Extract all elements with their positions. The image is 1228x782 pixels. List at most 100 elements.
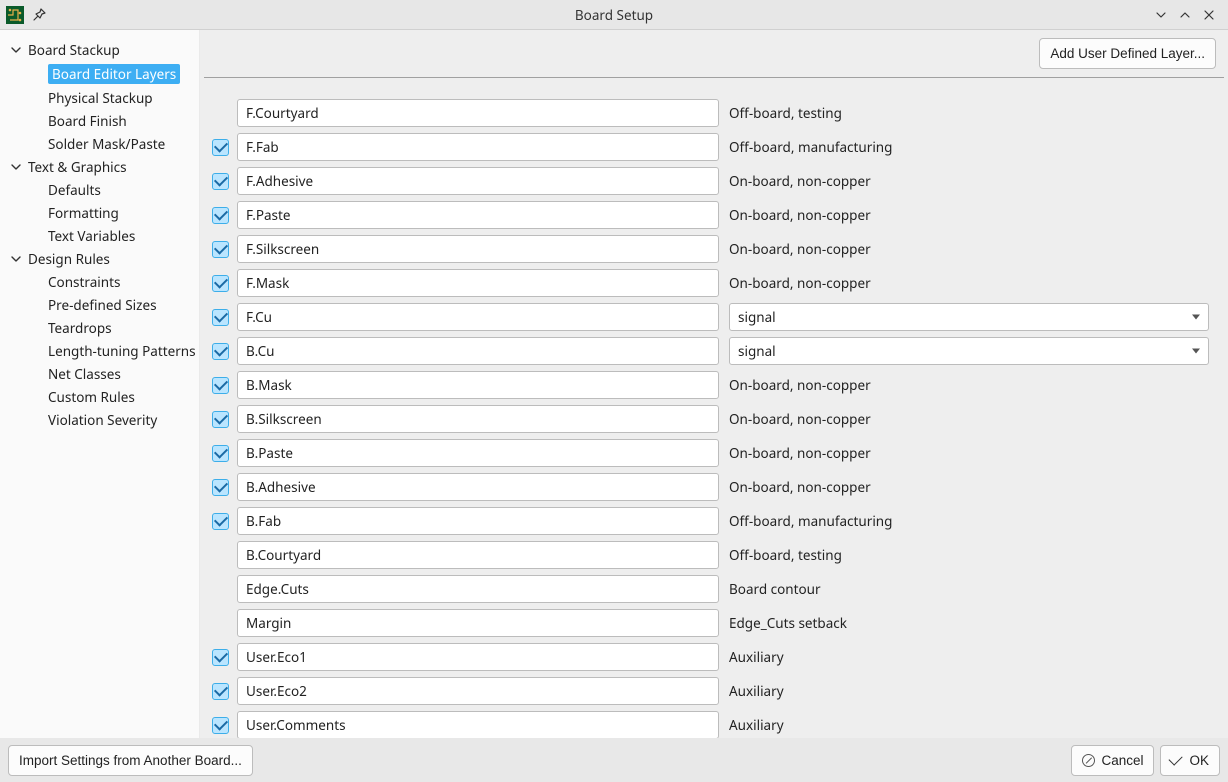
layer-name-input[interactable]: B.Cu — [237, 337, 719, 365]
chevron-down-icon[interactable] — [10, 44, 22, 56]
close-button[interactable] — [1202, 8, 1216, 22]
content-panel: Add User Defined Layer... F.Courtyard Off… — [200, 30, 1228, 738]
tree-section[interactable]: Text & Graphics — [0, 155, 199, 178]
layer-name-input[interactable]: B.Mask — [237, 371, 719, 399]
tree-label: Solder Mask/Paste — [48, 135, 165, 153]
checkbox-placeholder — [212, 105, 229, 122]
layer-enable-checkbox[interactable] — [212, 309, 229, 326]
maximize-button[interactable] — [1178, 8, 1192, 22]
layer-row: User.CommentsAuxiliary — [204, 708, 1224, 738]
layer-enable-checkbox[interactable] — [212, 173, 229, 190]
layer-name-input[interactable]: F.Fab — [237, 133, 719, 161]
layer-type-select[interactable]: signal — [729, 337, 1209, 365]
app-icon — [6, 6, 24, 24]
layer-name-input[interactable]: F.Silkscreen — [237, 235, 719, 263]
tree-section[interactable]: Design Rules — [0, 247, 199, 270]
layer-type-label: Off-board, manufacturing — [729, 512, 1209, 530]
layer-type-label: On-board, non-copper — [729, 240, 1209, 258]
layer-enable-checkbox[interactable] — [212, 513, 229, 530]
checkbox-placeholder — [212, 547, 229, 564]
layer-name-input[interactable]: Margin — [237, 609, 719, 637]
layer-enable-checkbox[interactable] — [212, 683, 229, 700]
button-label: OK — [1189, 753, 1209, 768]
pin-icon[interactable] — [32, 8, 46, 22]
layer-name-input[interactable]: F.Courtyard — [237, 99, 719, 127]
tree-label: Physical Stackup — [48, 89, 153, 107]
layer-enable-checkbox[interactable] — [212, 377, 229, 394]
layer-row: User.Eco1 Auxiliary — [204, 640, 1224, 674]
tree-item[interactable]: Solder Mask/Paste — [0, 132, 199, 155]
layer-type-label: Off-board, testing — [729, 104, 1209, 122]
tree-item[interactable]: Net Classes — [0, 362, 199, 385]
layer-enable-checkbox[interactable] — [212, 479, 229, 496]
minimize-button[interactable] — [1154, 8, 1168, 22]
tree-label: Text Variables — [48, 227, 135, 245]
add-user-defined-layer-button[interactable]: Add User Defined Layer... — [1039, 38, 1216, 69]
layer-name-input[interactable]: User.Eco2 — [237, 677, 719, 705]
nav-tree: Board Stackup Board Editor Layers Physical… — [0, 30, 200, 738]
tree-item[interactable]: Physical Stackup — [0, 86, 199, 109]
layer-enable-checkbox[interactable] — [212, 411, 229, 428]
layer-row: B.Adhesive On-board, non-copper — [204, 470, 1224, 504]
window-title: Board Setup — [0, 6, 1228, 24]
tree-item[interactable]: Formatting — [0, 201, 199, 224]
tree-label: Net Classes — [48, 365, 121, 383]
tree-item[interactable]: Constraints — [0, 270, 199, 293]
tree-item[interactable]: Board Finish — [0, 109, 199, 132]
tree-item[interactable]: Board Editor Layers — [0, 61, 199, 86]
tree-item[interactable]: Defaults — [0, 178, 199, 201]
layer-name-input[interactable]: B.Fab — [237, 507, 719, 535]
layer-name-input[interactable]: B.Adhesive — [237, 473, 719, 501]
layer-row: F.AdhesiveOn-board, non-copper — [204, 164, 1224, 198]
layer-name-input[interactable]: B.Silkscreen — [237, 405, 719, 433]
tree-label: Board Stackup — [28, 41, 120, 59]
layer-enable-checkbox[interactable] — [212, 649, 229, 666]
layer-row: B.Mask On-board, non-copper — [204, 368, 1224, 402]
tree-item[interactable]: Violation Severity — [0, 408, 199, 431]
layer-enable-checkbox[interactable] — [212, 343, 229, 360]
layer-name-input[interactable]: User.Eco1 — [237, 643, 719, 671]
layer-enable-checkbox[interactable] — [212, 445, 229, 462]
ok-button[interactable]: OK — [1160, 745, 1220, 776]
titlebar: Board Setup — [0, 0, 1228, 30]
layer-type-label: Auxiliary — [729, 648, 1209, 666]
layer-row: B.SilkscreenOn-board, non-copper — [204, 402, 1224, 436]
button-label: Add User Defined Layer... — [1050, 46, 1205, 61]
layers-list[interactable]: F.Courtyard Off-board, testing F.Fab Off-bo… — [200, 78, 1228, 738]
layer-name-input[interactable]: B.Paste — [237, 439, 719, 467]
layer-enable-checkbox[interactable] — [212, 241, 229, 258]
layer-type-select[interactable]: signal — [729, 303, 1209, 331]
tree-item[interactable]: Pre-defined Sizes — [0, 293, 199, 316]
layer-name-input[interactable]: F.Paste — [237, 201, 719, 229]
tree-item[interactable]: Teardrops — [0, 316, 199, 339]
import-settings-button[interactable]: Import Settings from Another Board... — [8, 745, 253, 776]
layer-name-input[interactable]: User.Comments — [237, 711, 719, 738]
chevron-down-icon[interactable] — [10, 253, 22, 265]
tree-item[interactable]: Custom Rules — [0, 385, 199, 408]
layer-row: F.PasteOn-board, non-copper — [204, 198, 1224, 232]
tree-item[interactable]: Text Variables — [0, 224, 199, 247]
tree-section[interactable]: Board Stackup — [0, 38, 199, 61]
layer-type-label: Auxiliary — [729, 682, 1209, 700]
layer-name-input[interactable]: F.Adhesive — [237, 167, 719, 195]
chevron-down-icon[interactable] — [10, 161, 22, 173]
layer-name-input[interactable]: F.Mask — [237, 269, 719, 297]
tree-item[interactable]: Length-tuning Patterns — [0, 339, 199, 362]
layer-name-input[interactable]: B.Courtyard — [237, 541, 719, 569]
layer-type-label: On-board, non-copper — [729, 376, 1209, 394]
layer-name-input[interactable]: Edge.Cuts — [237, 575, 719, 603]
cancel-button[interactable]: Cancel — [1071, 745, 1154, 776]
layer-enable-checkbox[interactable] — [212, 275, 229, 292]
layer-row: F.Cu signal — [204, 300, 1224, 334]
layer-row: B.PasteOn-board, non-copper — [204, 436, 1224, 470]
layer-enable-checkbox[interactable] — [212, 207, 229, 224]
checkbox-placeholder — [212, 615, 229, 632]
layer-type-label: Board contour — [729, 580, 1209, 598]
tree-label: Formatting — [48, 204, 119, 222]
layer-enable-checkbox[interactable] — [212, 139, 229, 156]
layer-row: F.MaskOn-board, non-copper — [204, 266, 1224, 300]
layer-enable-checkbox[interactable] — [212, 717, 229, 734]
layer-name-input[interactable]: F.Cu — [237, 303, 719, 331]
checkbox-placeholder — [212, 581, 229, 598]
layer-type-label: On-board, non-copper — [729, 478, 1209, 496]
